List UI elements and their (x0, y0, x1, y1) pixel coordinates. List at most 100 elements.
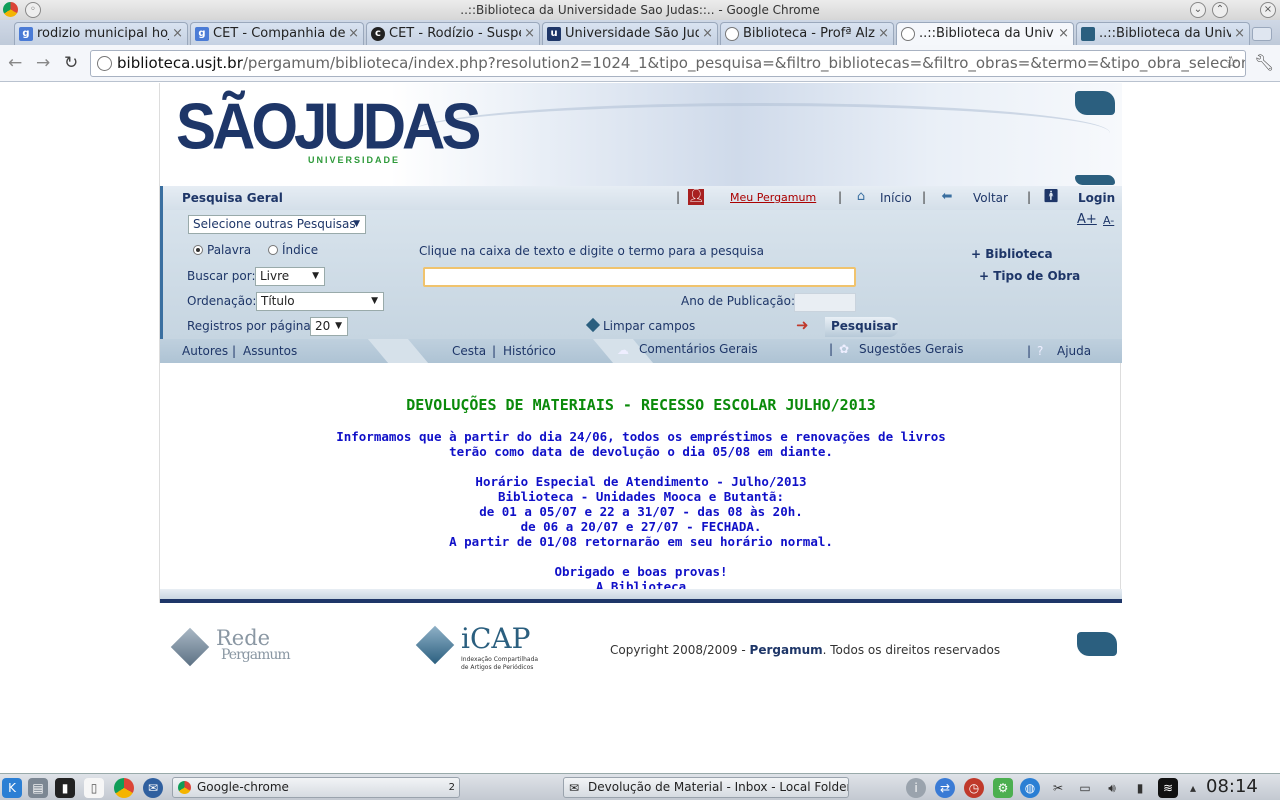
kde-menu-icon[interactable]: K (2, 778, 22, 798)
tab-close-icon[interactable]: × (348, 23, 359, 45)
wifi-icon[interactable]: ≋ (1158, 778, 1178, 798)
login-link[interactable]: Login (1078, 191, 1115, 205)
bookmark-star-icon[interactable]: ☆ (1224, 51, 1239, 76)
login-person-icon: 🚹︎ (1043, 189, 1060, 204)
cet-icon: c (371, 27, 385, 41)
content-bottom-bar (160, 589, 1122, 603)
meu-pergamum-link[interactable]: Meu Pergamum (730, 191, 816, 204)
pesquisar-button[interactable]: Pesquisar (825, 317, 899, 337)
display-icon[interactable]: ▭ (1075, 778, 1095, 798)
tray-expand-icon[interactable]: ▴ (1186, 778, 1200, 798)
page-container: SÃOJUDAS UNIVERSIDADE Pesquisa Geral | 👤… (159, 83, 1122, 603)
icap-sub-1: Indexação Compartilhada (461, 656, 539, 663)
forward-arrow-icon[interactable]: → (36, 53, 50, 73)
separator: | (232, 344, 237, 358)
document-icon[interactable]: ▯ (84, 778, 104, 798)
ano-publicacao-input[interactable] (794, 293, 856, 312)
globe-icon (97, 56, 112, 71)
radio-palavra[interactable]: Palavra (193, 243, 251, 257)
thunderbird-icon[interactable]: ✉ (143, 778, 163, 798)
scissors-icon[interactable]: ✂ (1048, 778, 1068, 798)
radio-indice[interactable]: Índice (268, 243, 318, 257)
saojudas-logo[interactable]: SÃOJUDAS (176, 94, 481, 160)
sub-navigation: Autores | Assuntos Cesta | Histórico ☁ C… (160, 339, 1122, 363)
taskbar-mail-task[interactable]: ✉ Devolução de Material - Inbox - Local F… (563, 777, 849, 798)
google-icon: g (195, 27, 209, 41)
clock[interactable]: 08:14 (1206, 776, 1258, 797)
info-icon[interactable]: i (906, 778, 926, 798)
biblioteca-filter-link[interactable]: + Biblioteca (971, 247, 1053, 261)
icap-logo-text: iCAP (461, 622, 531, 655)
cesta-link[interactable]: Cesta (452, 339, 486, 363)
notice-line: Biblioteca - Unidades Mooca e Butantã: (498, 489, 784, 504)
files-icon[interactable]: ▤ (28, 778, 48, 798)
tab-cet-companhia[interactable]: g CET - Companhia de × (190, 22, 364, 45)
voltar-link[interactable]: Voltar (973, 191, 1008, 205)
limpar-campos-link[interactable]: Limpar campos (585, 317, 695, 333)
volume-icon[interactable]: 🔊︎ (1102, 778, 1122, 798)
radio-button-selected[interactable] (193, 245, 203, 255)
copyright-brand: Pergamum (749, 643, 823, 657)
close-button[interactable]: × (1260, 2, 1276, 18)
tab-close-icon[interactable]: × (878, 23, 889, 45)
notice-line: Informamos que à partir do dia 24/06, to… (336, 429, 946, 444)
tab-biblioteca-2[interactable]: ..::Biblioteca da Univ × (1076, 22, 1250, 45)
search-term-input[interactable] (423, 267, 856, 287)
ordenacao-label: Ordenação: (187, 294, 257, 308)
tab-close-icon[interactable]: × (702, 23, 713, 45)
font-decrease-link[interactable]: A- (1103, 214, 1114, 227)
sugestoes-link[interactable]: Sugestões Gerais (859, 337, 964, 361)
tipo-obra-filter-link[interactable]: + Tipo de Obra (979, 269, 1080, 283)
notice-line: A partir de 01/08 retornarão em seu horá… (449, 534, 833, 549)
tab-close-icon[interactable]: × (1234, 23, 1245, 45)
tab-rodizio[interactable]: g rodizio municipal hoje × (14, 22, 188, 45)
pergamum-icon (1081, 27, 1095, 41)
radio-button[interactable] (268, 245, 278, 255)
battery-icon[interactable]: ▮ (1130, 778, 1150, 798)
window-menu-button[interactable]: ◦ (25, 2, 41, 18)
buscar-select[interactable]: Livre ▼ (255, 267, 325, 286)
tab-biblioteca-profa[interactable]: Biblioteca - Profª Alzira× (720, 22, 894, 45)
registros-label: Registros por página: (187, 319, 315, 333)
ordenacao-select[interactable]: Título ▼ (256, 292, 384, 311)
taskbar-chrome-task[interactable]: Google-chrome 2 (172, 777, 460, 798)
registros-select[interactable]: 20 ▼ (310, 317, 348, 336)
tab-biblioteca-active[interactable]: ..::Biblioteca da Univ × (896, 22, 1074, 45)
autores-link[interactable]: Autores (182, 339, 228, 363)
usjt-icon: u (547, 27, 561, 41)
search-hint: Clique na caixa de texto e digite o term… (419, 244, 764, 258)
notice-title: DEVOLUÇÕES DE MATERIAIS - RECESSO ESCOLA… (406, 396, 876, 414)
tab-close-icon[interactable]: × (172, 23, 183, 45)
globe-tray-icon[interactable]: ◍ (1020, 778, 1040, 798)
comentarios-link[interactable]: Comentários Gerais (639, 337, 758, 361)
reload-icon[interactable]: ↻ (64, 53, 78, 73)
update-gear-icon[interactable]: ⚙ (993, 778, 1013, 798)
chrome-icon[interactable] (114, 778, 134, 798)
minimize-button[interactable]: ⌄ (1190, 2, 1206, 18)
ajuda-link[interactable]: Ajuda (1057, 339, 1091, 363)
wrench-icon[interactable]: 🔧︎ (1254, 53, 1274, 72)
inicio-link[interactable]: Início (880, 191, 912, 205)
tab-universidade[interactable]: uUniversidade São Judas× (542, 22, 718, 45)
maximize-button[interactable]: ⌃ (1212, 2, 1228, 18)
separator: | (492, 344, 497, 358)
historico-link[interactable]: Histórico (503, 339, 556, 363)
address-bar[interactable]: biblioteca.usjt.br/pergamum/biblioteca/i… (90, 50, 1246, 77)
clock-app-icon[interactable]: ◷ (964, 778, 984, 798)
terminal-icon[interactable]: ▮ (55, 778, 75, 798)
tab-close-icon[interactable]: × (1058, 23, 1069, 45)
separator: | (676, 190, 681, 204)
ano-label: Ano de Publicação: (681, 294, 795, 308)
other-searches-select[interactable]: Selecione outras Pesquisas ▼ (188, 215, 366, 234)
pergamum-logo-icon (1077, 632, 1117, 656)
notice-line: de 01 a 05/07 e 22 a 31/07 - das 08 às 2… (479, 504, 803, 519)
network-manager-icon[interactable]: ⇄ (935, 778, 955, 798)
back-arrow-icon[interactable]: ← (8, 53, 22, 73)
assuntos-link[interactable]: Assuntos (243, 339, 297, 363)
tab-close-icon[interactable]: × (524, 23, 535, 45)
tab-cet-rodizio[interactable]: cCET - Rodízio - Suspenso× (366, 22, 540, 45)
new-tab-button[interactable] (1252, 27, 1272, 41)
window-titlebar: ◦ ..::Biblioteca da Universidade Sao Jud… (0, 0, 1280, 20)
font-increase-link[interactable]: A+ (1077, 212, 1097, 227)
chrome-logo-icon (3, 2, 18, 17)
